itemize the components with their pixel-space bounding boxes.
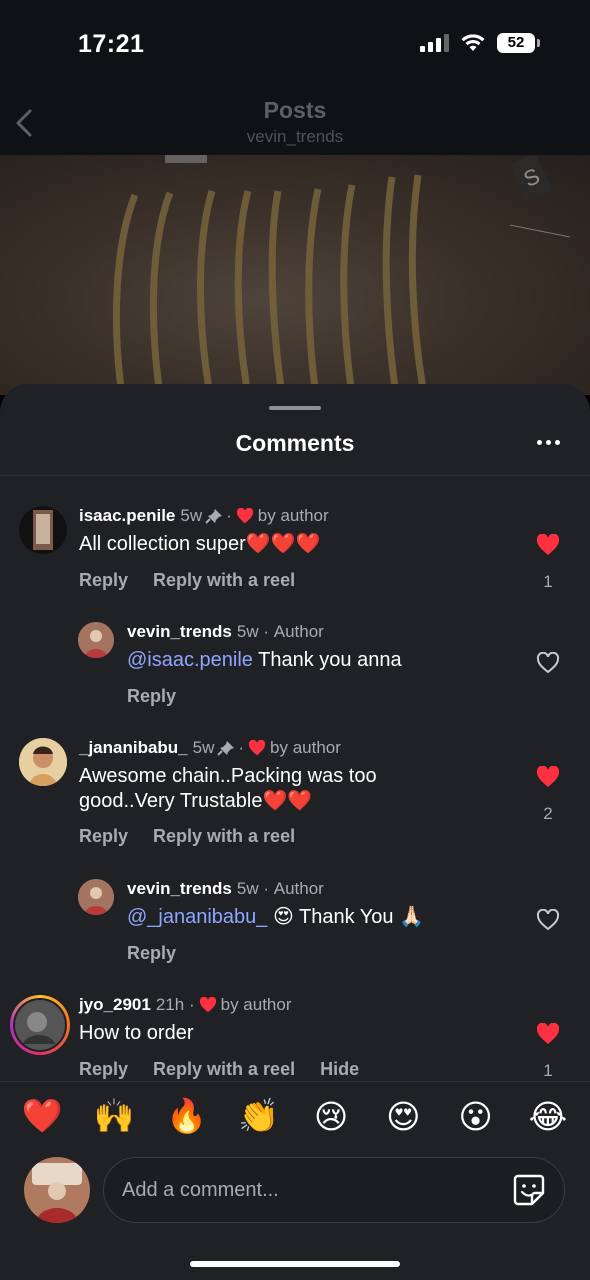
avatar[interactable] xyxy=(78,622,114,658)
heart-icon xyxy=(249,740,266,756)
heart-outline-icon[interactable] xyxy=(536,651,560,674)
heart-icon xyxy=(199,997,216,1013)
comment-actions: Reply Reply with a reel xyxy=(79,826,295,847)
comment-actions: Reply Reply with a reel xyxy=(79,570,295,591)
liked-by-author: by author xyxy=(270,738,341,757)
emoji-laughing[interactable]: 😂 xyxy=(523,1097,573,1136)
sheet-title: Comments xyxy=(235,430,355,456)
comment-meta: jyo_2901 21h · by author xyxy=(79,995,292,1015)
like-column: 1 xyxy=(536,533,560,592)
comment-age: 5w xyxy=(236,879,259,898)
mention-link[interactable]: @_jananibabu_ xyxy=(127,906,267,928)
liked-by-author: by author xyxy=(220,995,292,1014)
page-subtitle: vevin_trends xyxy=(246,127,344,146)
my-avatar xyxy=(24,1157,90,1223)
comment-username[interactable]: jyo_2901 xyxy=(79,995,151,1015)
divider xyxy=(0,475,590,476)
status-indicators: 52 xyxy=(420,33,540,53)
comment-text: How to order xyxy=(79,1022,194,1044)
comment-text: @_jananibabu_ 😍 Thank You 🙏🏻 xyxy=(127,906,425,928)
author-badge: Author xyxy=(273,879,324,898)
comment-composer xyxy=(0,1151,590,1280)
comment-username[interactable]: isaac.penile xyxy=(79,506,175,526)
reply-button[interactable]: Reply xyxy=(127,686,176,707)
wifi-icon xyxy=(461,34,485,51)
reply-with-reel-button[interactable]: Reply with a reel xyxy=(153,1059,295,1080)
comment-username[interactable]: vevin_trends xyxy=(127,622,232,642)
comment-age: 5w xyxy=(180,506,203,525)
avatar-story-ring[interactable] xyxy=(10,995,70,1055)
post-header: Posts vevin_trends xyxy=(0,90,590,155)
emoji-raised-hands[interactable]: 🙌 xyxy=(89,1097,139,1136)
comment-username[interactable]: vevin_trends xyxy=(127,879,232,899)
status-bar: 17:21 52 xyxy=(0,0,590,90)
comment-username[interactable]: _jananibabu_ xyxy=(79,738,188,758)
reply-button[interactable]: Reply xyxy=(79,570,128,591)
comment-actions: Reply xyxy=(127,686,176,707)
reply-with-reel-button[interactable]: Reply with a reel xyxy=(153,826,295,847)
comment-input[interactable] xyxy=(122,1158,492,1222)
like-count: 2 xyxy=(543,804,553,823)
comment-actions: Reply xyxy=(127,943,176,964)
avatar xyxy=(15,1000,65,1050)
heart-icon[interactable] xyxy=(536,765,560,788)
like-count: 1 xyxy=(543,572,553,591)
status-time: 17:21 xyxy=(78,30,145,58)
emoji-crying[interactable]: 😢 xyxy=(306,1097,356,1136)
like-column xyxy=(536,651,560,679)
hide-button[interactable]: Hide xyxy=(320,1059,359,1080)
heart-icon[interactable] xyxy=(536,533,560,556)
battery-level: 52 xyxy=(497,33,535,53)
like-column: 1 xyxy=(536,1022,560,1081)
emoji-surprised[interactable]: 😮 xyxy=(451,1097,501,1136)
battery-icon: 52 xyxy=(497,33,540,53)
heart-icon xyxy=(236,508,253,524)
avatar[interactable] xyxy=(19,738,67,786)
pin-icon xyxy=(217,741,235,756)
comment-meta: _jananibabu_ 5w · by author xyxy=(79,738,341,758)
avatar[interactable] xyxy=(78,879,114,915)
emoji-fire[interactable]: 🔥 xyxy=(162,1097,212,1136)
comment-text: All collection super❤️❤️❤️ xyxy=(79,533,321,555)
heart-icon[interactable] xyxy=(536,1022,560,1045)
comment-age: 5w xyxy=(236,622,259,641)
emoji-heart[interactable]: ❤️ xyxy=(17,1097,67,1136)
signal-icon xyxy=(420,34,449,52)
emoji-quick-bar: ❤️ 🙌 🔥 👏 😢 😍 😮 😂 xyxy=(0,1081,590,1151)
comment-actions: Reply Reply with a reel Hide xyxy=(79,1059,359,1080)
comment-age: 5w xyxy=(192,738,215,757)
comment-input-container xyxy=(103,1157,565,1223)
more-dots-icon[interactable] xyxy=(537,440,560,445)
like-column xyxy=(536,908,560,936)
reply-button[interactable]: Reply xyxy=(79,826,128,847)
emoji-clap[interactable]: 👏 xyxy=(234,1097,284,1136)
home-indicator[interactable] xyxy=(190,1261,400,1267)
like-column: 2 xyxy=(536,765,560,824)
reply-button[interactable]: Reply xyxy=(127,943,176,964)
reply-button[interactable]: Reply xyxy=(79,1059,128,1080)
like-count: 1 xyxy=(543,1061,553,1080)
comment-meta: vevin_trends 5w · Author xyxy=(127,622,324,642)
drag-handle[interactable] xyxy=(269,406,321,410)
sticker-icon[interactable] xyxy=(512,1173,546,1207)
page-title: Posts xyxy=(263,97,327,123)
comment-text: Awesome chain..Packing was too good..Ver… xyxy=(79,765,377,812)
mention-link[interactable]: @isaac.penile xyxy=(127,649,253,671)
comment-meta: vevin_trends 5w · Author xyxy=(127,879,324,899)
heart-outline-icon[interactable] xyxy=(536,908,560,931)
comment-meta: isaac.penile 5w · by author xyxy=(79,506,329,526)
author-badge: Author xyxy=(273,622,324,641)
comment-text: @isaac.penile Thank you anna xyxy=(127,649,402,671)
post-image: S xyxy=(0,155,590,395)
emoji-heart-eyes[interactable]: 😍 xyxy=(378,1097,428,1136)
avatar[interactable] xyxy=(19,506,67,554)
comment-age: 21h xyxy=(155,995,185,1014)
pin-icon xyxy=(205,509,223,524)
reply-with-reel-button[interactable]: Reply with a reel xyxy=(153,570,295,591)
liked-by-author: by author xyxy=(257,506,329,525)
